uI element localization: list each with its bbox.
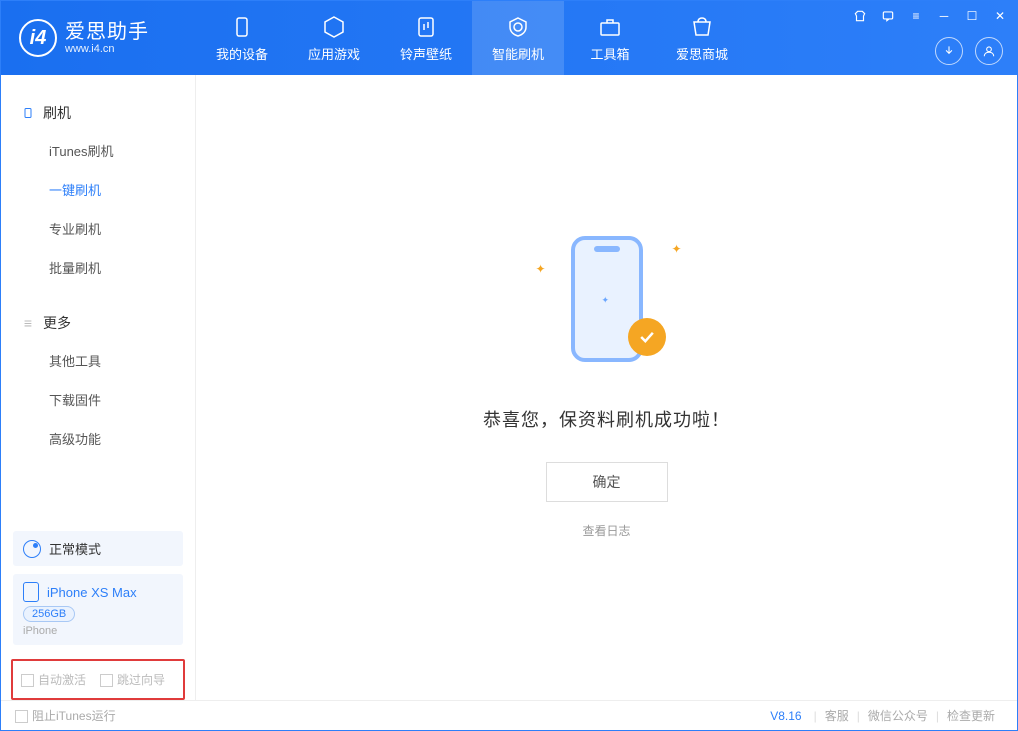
footer-wechat[interactable]: 微信公众号 [868, 707, 928, 724]
app-title: 爱思助手 [65, 21, 149, 43]
ringtone-icon [413, 14, 439, 40]
window-controls: ≡ ─ ☐ ✕ [851, 7, 1009, 25]
footer-left: 阻止iTunes运行 [15, 707, 116, 724]
app-logo-icon: i4 [19, 19, 57, 57]
sidebar-item-pro-flash[interactable]: 专业刷机 [1, 209, 195, 248]
app-header: i4 爱思助手 www.i4.cn 我的设备 应用游戏 铃声壁纸 智能刷机 工具… [1, 1, 1017, 75]
ok-button[interactable]: 确定 [546, 462, 668, 502]
nav-label: 应用游戏 [308, 44, 360, 63]
sidebar-item-other-tools[interactable]: 其他工具 [1, 341, 195, 380]
device-panel: 正常模式 iPhone XS Max 256GB iPhone [13, 531, 183, 645]
checkbox-block-itunes[interactable]: 阻止iTunes运行 [15, 707, 116, 724]
body: 刷机 iTunes刷机 一键刷机 专业刷机 批量刷机 ≡ 更多 其他工具 下载固… [1, 75, 1017, 700]
device-capacity: 256GB [23, 606, 75, 622]
sidebar-group-more: ≡ 更多 [1, 305, 195, 341]
nav-tab-toolbox[interactable]: 工具箱 [564, 1, 656, 75]
store-icon [689, 14, 715, 40]
footer: 阻止iTunes运行 V8.16 | 客服 | 微信公众号 | 检查更新 [1, 700, 1017, 730]
sidebar-item-oneclick-flash[interactable]: 一键刷机 [1, 170, 195, 209]
main-content: ✦ ✦ ✦ 恭喜您，保资料刷机成功啦！ 确定 查看日志 [196, 75, 1017, 700]
nav-label: 我的设备 [216, 44, 268, 63]
view-log-link[interactable]: 查看日志 [582, 522, 630, 539]
sidebar-item-batch-flash[interactable]: 批量刷机 [1, 248, 195, 287]
nav-label: 铃声壁纸 [400, 44, 452, 63]
feedback-icon[interactable] [879, 7, 897, 25]
nav-tab-apps[interactable]: 应用游戏 [288, 1, 380, 75]
sidebar-group-flash: 刷机 [1, 95, 195, 131]
device-subtype: iPhone [23, 625, 173, 637]
sidebar-scroll: 刷机 iTunes刷机 一键刷机 专业刷机 批量刷机 ≡ 更多 其他工具 下载固… [1, 75, 195, 525]
sparkle-icon: ✦ [671, 242, 681, 256]
app-subtitle: www.i4.cn [65, 43, 149, 55]
minimize-button[interactable]: ─ [935, 7, 953, 25]
phone-icon [21, 106, 35, 120]
sidebar-item-download-fw[interactable]: 下载固件 [1, 380, 195, 419]
flash-icon [505, 14, 531, 40]
sidebar-item-advanced[interactable]: 高级功能 [1, 419, 195, 458]
success-illustration: ✦ ✦ ✦ [542, 236, 672, 376]
user-button[interactable] [975, 37, 1003, 65]
group-label: 更多 [43, 313, 71, 333]
sidebar: 刷机 iTunes刷机 一键刷机 专业刷机 批量刷机 ≡ 更多 其他工具 下载固… [1, 75, 196, 700]
nav-label: 智能刷机 [492, 44, 544, 63]
device-name: iPhone XS Max [47, 585, 137, 600]
device-icon [229, 14, 255, 40]
more-icon: ≡ [21, 316, 35, 330]
group-label: 刷机 [43, 103, 71, 123]
nav-tab-device[interactable]: 我的设备 [196, 1, 288, 75]
toolbox-icon [597, 14, 623, 40]
header-actions [935, 37, 1003, 65]
footer-support[interactable]: 客服 [825, 707, 849, 724]
checkbox-skip-guide[interactable]: 跳过向导 [100, 671, 165, 688]
nav-tabs: 我的设备 应用游戏 铃声壁纸 智能刷机 工具箱 爱思商城 [196, 1, 748, 75]
close-button[interactable]: ✕ [991, 7, 1009, 25]
download-button[interactable] [935, 37, 963, 65]
sparkle-icon: ✦ [536, 262, 546, 276]
sidebar-item-itunes-flash[interactable]: iTunes刷机 [1, 131, 195, 170]
nav-label: 工具箱 [590, 44, 629, 63]
logo-text: 爱思助手 www.i4.cn [65, 21, 149, 55]
logo-area[interactable]: i4 爱思助手 www.i4.cn [1, 19, 196, 57]
success-message: 恭喜您，保资料刷机成功啦！ [483, 406, 730, 432]
sparkle-icon: ✦ [602, 295, 610, 306]
device-mode: 正常模式 [49, 539, 101, 558]
menu-icon[interactable]: ≡ [907, 7, 925, 25]
nav-tab-flash[interactable]: 智能刷机 [472, 1, 564, 75]
nav-tab-ringtone[interactable]: 铃声壁纸 [380, 1, 472, 75]
skin-icon[interactable] [851, 7, 869, 25]
phone-small-icon [23, 582, 39, 602]
device-mode-row[interactable]: 正常模式 [13, 531, 183, 566]
version-label: V8.16 [770, 709, 801, 723]
apps-icon [321, 14, 347, 40]
nav-tab-store[interactable]: 爱思商城 [656, 1, 748, 75]
options-row: 自动激活 跳过向导 [11, 659, 185, 700]
maximize-button[interactable]: ☐ [963, 7, 981, 25]
check-badge-icon [628, 318, 666, 356]
nav-label: 爱思商城 [676, 44, 728, 63]
footer-update[interactable]: 检查更新 [947, 707, 995, 724]
device-info-row[interactable]: iPhone XS Max 256GB iPhone [13, 574, 183, 645]
checkbox-auto-activate[interactable]: 自动激活 [21, 671, 86, 688]
mode-icon [23, 540, 41, 558]
